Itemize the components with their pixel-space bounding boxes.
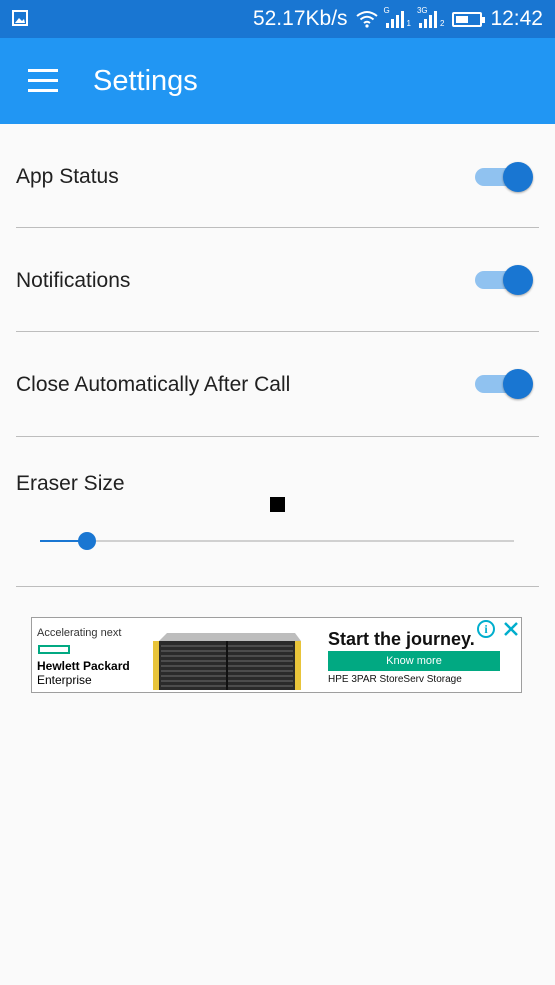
setting-row-close-automatically: Close Automatically After Call: [0, 332, 555, 436]
setting-label: App Status: [16, 165, 119, 188]
status-bar: 52.17Kb/s G 1 3G 2 12:42: [0, 0, 555, 38]
setting-label: Notifications: [16, 269, 131, 292]
network-speed: 52.17Kb/s: [252, 7, 348, 30]
ad-tagline: Accelerating next: [37, 627, 122, 639]
toggle-thumb: [503, 265, 533, 295]
setting-row-app-status: App Status: [0, 124, 555, 228]
ad-banner[interactable]: Accelerating next Hewlett Packard Enterp…: [31, 617, 522, 693]
eraser-size-label: Eraser Size: [16, 472, 125, 495]
clock: 12:42: [490, 7, 543, 30]
wifi-icon: [355, 11, 378, 28]
slider-thumb[interactable]: [78, 532, 97, 550]
divider: [16, 436, 539, 437]
setting-row-notifications: Notifications: [0, 228, 555, 332]
know-more-button[interactable]: Know more: [328, 651, 500, 671]
ad-brand-line1: Hewlett Packard: [37, 659, 130, 673]
ad-product-name: HPE 3PAR StoreServ Storage: [328, 674, 462, 685]
battery-level: [456, 15, 469, 23]
app-status-toggle[interactable]: [475, 160, 533, 194]
signal-icon: G 1: [383, 6, 411, 28]
app-bar: Settings: [0, 38, 555, 124]
toggle-thumb: [503, 369, 533, 399]
hpe-logo-icon: [38, 645, 70, 654]
toggle-thumb: [503, 162, 533, 192]
eraser-preview: [270, 497, 285, 512]
ad-brand-line2: Enterprise: [37, 673, 92, 687]
page-title: Settings: [93, 65, 198, 97]
signal-icon: 3G 2: [416, 6, 445, 28]
eraser-size-slider[interactable]: [40, 532, 514, 550]
battery-icon: [452, 11, 486, 27]
close-automatically-toggle[interactable]: [475, 367, 533, 401]
ad-headline: Start the journey.: [328, 629, 475, 649]
notifications-toggle[interactable]: [475, 263, 533, 297]
setting-label: Close Automatically After Call: [16, 373, 291, 396]
divider: [16, 586, 539, 587]
gallery-icon: [12, 10, 28, 26]
storage-array-image: [153, 633, 301, 690]
ad-info-icon[interactable]: i: [477, 620, 495, 638]
ad-close-icon[interactable]: [501, 619, 521, 639]
hamburger-menu-icon[interactable]: [28, 69, 58, 93]
